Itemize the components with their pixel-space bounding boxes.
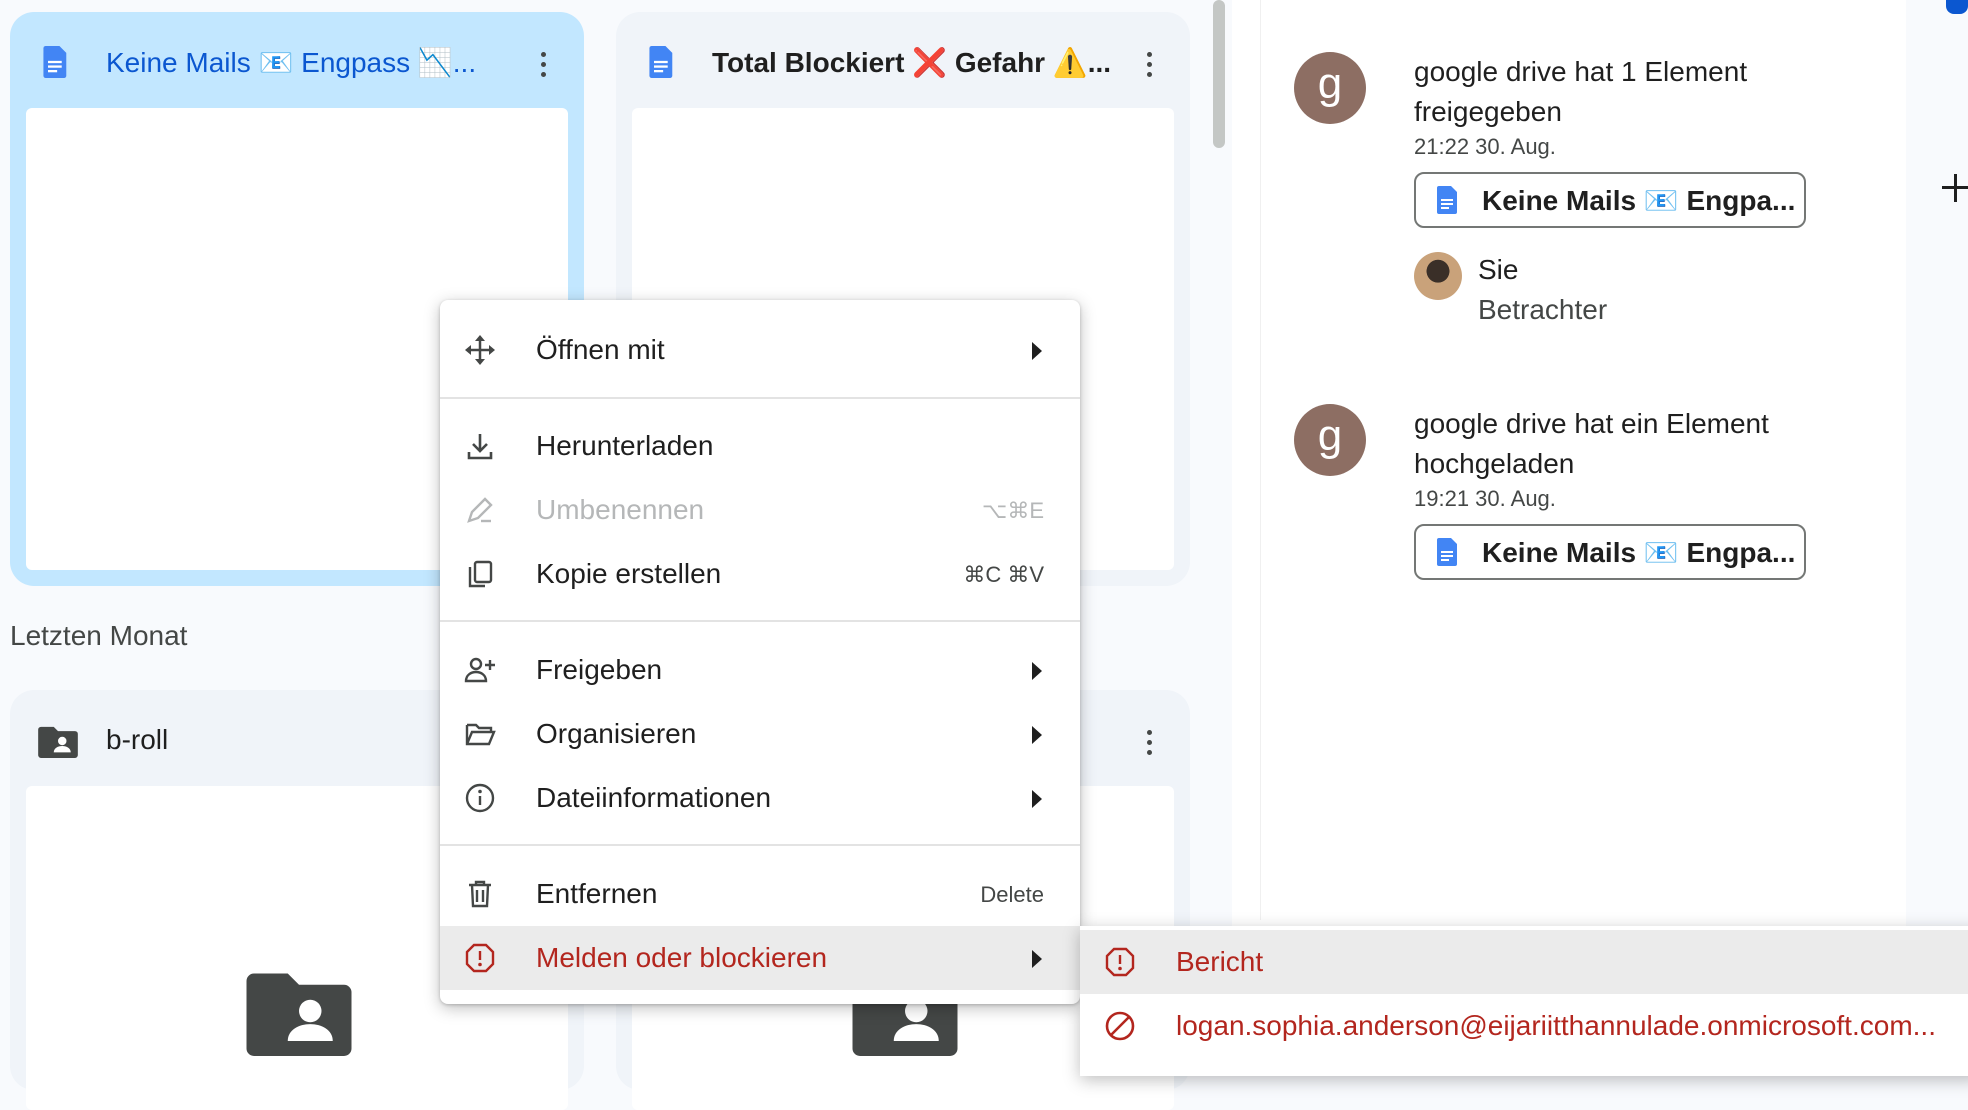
shared-folder-icon xyxy=(246,973,352,1056)
menu-item-shortcut: Delete xyxy=(980,882,1044,907)
info-icon xyxy=(465,783,495,813)
user-name: Sie xyxy=(1478,254,1519,285)
report-submenu: Bericht logan.sophia.anderson@eijariitth… xyxy=(1080,926,1968,1076)
section-heading: Letzten Monat xyxy=(10,620,188,651)
more-options-icon[interactable] xyxy=(1145,52,1153,78)
menu-item-remove[interactable]: Entfernen Delete xyxy=(440,862,1080,926)
activity-text: google drive hat 1 Element freigegeben xyxy=(1414,56,1748,127)
copy-icon xyxy=(468,560,493,588)
person-add-icon xyxy=(464,657,495,683)
menu-item-organize[interactable]: Organisieren xyxy=(440,702,1080,766)
submenu-arrow-icon xyxy=(1032,790,1042,808)
user-avatar xyxy=(1414,252,1462,300)
google-docs-icon xyxy=(649,46,673,78)
menu-item-make-copy[interactable]: Kopie erstellen ⌘C ⌘V xyxy=(440,542,1080,606)
context-menu: Öffnen mit Herunterladen Umbenennen ⌥⌘E … xyxy=(440,300,1080,1004)
menu-item-label: Organisieren xyxy=(536,718,697,749)
activity-time: 19:21 30. Aug. xyxy=(1414,486,1556,511)
menu-item-download[interactable]: Herunterladen xyxy=(440,414,1080,478)
activity-time: 21:22 30. Aug. xyxy=(1414,134,1556,159)
file-chip-label: Keine Mails 📧 Engpa... xyxy=(1482,537,1796,568)
plus-icon[interactable] xyxy=(1942,174,1968,202)
menu-item-open-with[interactable]: Öffnen mit xyxy=(440,318,1080,382)
menu-item-label: Entfernen xyxy=(536,878,658,909)
submenu-arrow-icon xyxy=(1032,726,1042,744)
menu-item-label: Kopie erstellen xyxy=(536,558,722,589)
more-options-icon[interactable] xyxy=(539,52,547,78)
menu-divider xyxy=(440,844,1080,846)
menu-item-label: Melden oder blockieren xyxy=(536,942,828,973)
scrollbar-track[interactable] xyxy=(1206,0,1230,1072)
scrollbar-thumb[interactable] xyxy=(1213,0,1225,148)
menu-item-shortcut: ⌥⌘E xyxy=(981,498,1044,523)
submenu-arrow-icon xyxy=(1032,662,1042,680)
person-icon[interactable] xyxy=(1946,0,1968,14)
move-arrows-icon xyxy=(465,335,495,365)
menu-item-report-or-block[interactable]: Melden oder blockieren xyxy=(440,926,1080,990)
submenu-item-label: Bericht xyxy=(1176,946,1264,977)
file-chip[interactable]: Keine Mails 📧 Engpa... xyxy=(1414,172,1806,228)
side-strip xyxy=(1906,0,1968,1072)
google-docs-icon xyxy=(1437,538,1457,566)
alert-icon xyxy=(1105,947,1135,977)
file-title: Keine Mails 📧 Engpass 📉... xyxy=(106,47,477,78)
alert-icon xyxy=(465,943,495,973)
folder-open-icon xyxy=(465,723,496,746)
google-docs-icon xyxy=(43,46,67,78)
user-role: Betrachter xyxy=(1478,294,1608,325)
submenu-arrow-icon xyxy=(1032,342,1042,360)
more-options-icon[interactable] xyxy=(1145,730,1153,756)
menu-item-file-info[interactable]: Dateiinformationen xyxy=(440,766,1080,830)
block-icon xyxy=(1105,1011,1135,1041)
activity-text: google drive hat ein Element hochgeladen xyxy=(1414,408,1769,479)
submenu-item-report[interactable]: Bericht xyxy=(1080,930,1968,994)
submenu-arrow-icon xyxy=(1032,950,1042,968)
trash-icon xyxy=(469,880,491,908)
avatar: g xyxy=(1294,404,1366,476)
file-chip-label: Keine Mails 📧 Engpa... xyxy=(1482,185,1796,216)
menu-item-label: Freigeben xyxy=(536,654,663,685)
panel-divider xyxy=(1260,0,1261,920)
download-icon xyxy=(467,434,493,460)
file-chip[interactable]: Keine Mails 📧 Engpa... xyxy=(1414,524,1806,580)
menu-item-share[interactable]: Freigeben xyxy=(440,638,1080,702)
menu-divider xyxy=(440,620,1080,622)
shared-folder-icon xyxy=(38,726,78,758)
submenu-item-label: logan.sophia.anderson@eijariitthannulade… xyxy=(1176,1010,1936,1041)
pencil-icon xyxy=(467,497,493,523)
menu-item-label: Umbenennen xyxy=(536,494,705,525)
menu-item-label: Dateiinformationen xyxy=(536,782,772,813)
menu-item-rename[interactable]: Umbenennen ⌥⌘E xyxy=(440,478,1080,542)
menu-item-label: Herunterladen xyxy=(536,430,714,461)
submenu-item-block-user[interactable]: logan.sophia.anderson@eijariitthannulade… xyxy=(1080,994,1968,1058)
menu-item-shortcut: ⌘C ⌘V xyxy=(963,562,1044,587)
file-title: Total Blockiert ❌ Gefahr ⚠️... xyxy=(712,47,1112,78)
avatar: g xyxy=(1294,52,1366,124)
google-docs-icon xyxy=(1437,186,1457,214)
folder-title: b-roll xyxy=(106,724,169,755)
menu-divider xyxy=(440,397,1080,399)
menu-item-label: Öffnen mit xyxy=(536,334,665,365)
